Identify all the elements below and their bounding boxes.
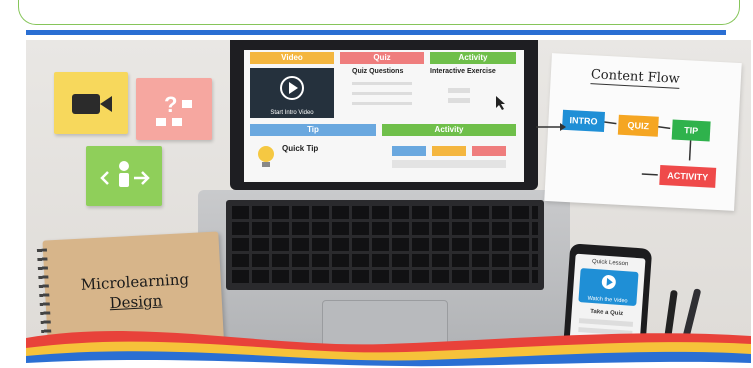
- quiz-questions-label: Quiz Questions: [352, 68, 404, 75]
- video-panel: Start Intro Video: [250, 68, 334, 118]
- phone-video-card: Watch the Video: [578, 268, 639, 307]
- quick-tip-label: Quick Tip: [282, 144, 319, 153]
- quiz-sticky-note: ?: [136, 78, 212, 140]
- interactive-exercise-label: Interactive Exercise: [430, 68, 496, 75]
- activity-panel: Interactive Exercise: [430, 68, 516, 118]
- phone-watch-label: Watch the Video: [587, 295, 628, 305]
- activity-panel-2: [382, 140, 516, 176]
- interaction-sticky-note: [86, 146, 162, 206]
- content-flow-sheet: Content Flow INTRO QUIZ TIP ACTIVITY: [544, 53, 742, 211]
- lesson-ui: Video Quiz Activity Start Intro Video Qu…: [244, 50, 524, 182]
- top-frame: [18, 0, 740, 25]
- blue-rule: [26, 30, 726, 35]
- hero-photo: ? Video Quiz Activity Start Intro Video …: [26, 40, 751, 368]
- tab-video: Video: [250, 52, 334, 64]
- tab-activity: Activity: [430, 52, 516, 64]
- cursor-icon: [448, 88, 505, 110]
- intro-arrow: [536, 123, 566, 131]
- tab-quiz: Quiz: [340, 52, 424, 64]
- flow-arrows: [604, 121, 692, 176]
- quiz-panel: Quiz Questions: [340, 68, 424, 118]
- play-icon: [601, 275, 616, 290]
- keyboard: [226, 200, 544, 290]
- video-camera-icon: [72, 94, 112, 114]
- person-arrows-icon: [100, 161, 150, 187]
- tip-panel: Quick Tip: [250, 140, 376, 176]
- tab-activity-2: Activity: [382, 124, 516, 136]
- tab-tip: Tip: [250, 124, 376, 136]
- laptop-screen: Video Quiz Activity Start Intro Video Qu…: [230, 40, 538, 190]
- play-icon: [280, 76, 304, 100]
- question-icon: ?: [156, 92, 192, 126]
- phone-header: Quick Lesson: [591, 258, 629, 268]
- svg-text:?: ?: [164, 92, 177, 117]
- decorative-wave: [26, 331, 751, 368]
- video-sticky-note: [54, 72, 128, 134]
- start-video-label: Start Intro Video: [270, 110, 314, 116]
- lightbulb-icon: [258, 146, 274, 167]
